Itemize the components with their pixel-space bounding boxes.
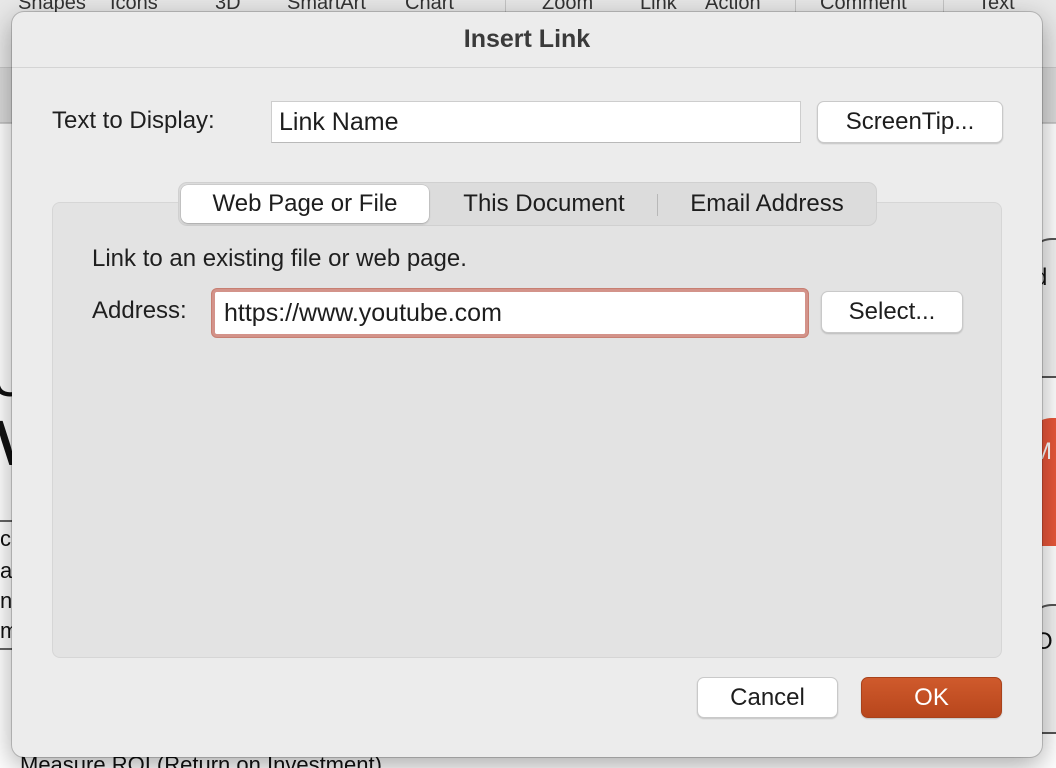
dialog-title: Insert Link [463,25,591,53]
tab-this-document[interactable]: This Document [433,185,655,223]
slide-divider [0,648,12,650]
panel-description: Link to an existing file or web page. [92,245,467,272]
address-label: Address: [92,297,187,324]
select-button[interactable]: Select... [821,291,963,333]
text-to-display-field[interactable] [271,101,801,143]
screentip-button[interactable]: ScreenTip... [817,101,1003,143]
slide-divider [0,520,12,522]
tab-email-address[interactable]: Email Address [661,185,873,223]
text-to-display-label: Text to Display: [52,107,215,134]
link-type-tabs: Web Page or File This Document Email Add… [178,182,877,226]
slide-text-fragment: c [0,526,11,551]
address-field[interactable] [212,289,808,337]
dialog-titlebar: Insert Link [12,12,1042,68]
tab-divider [657,194,658,216]
ok-button[interactable]: OK [861,677,1002,718]
cancel-button[interactable]: Cancel [697,677,838,718]
insert-link-dialog: Insert Link Text to Display: ScreenTip..… [12,12,1042,757]
tab-web-page-or-file[interactable]: Web Page or File [181,185,429,223]
